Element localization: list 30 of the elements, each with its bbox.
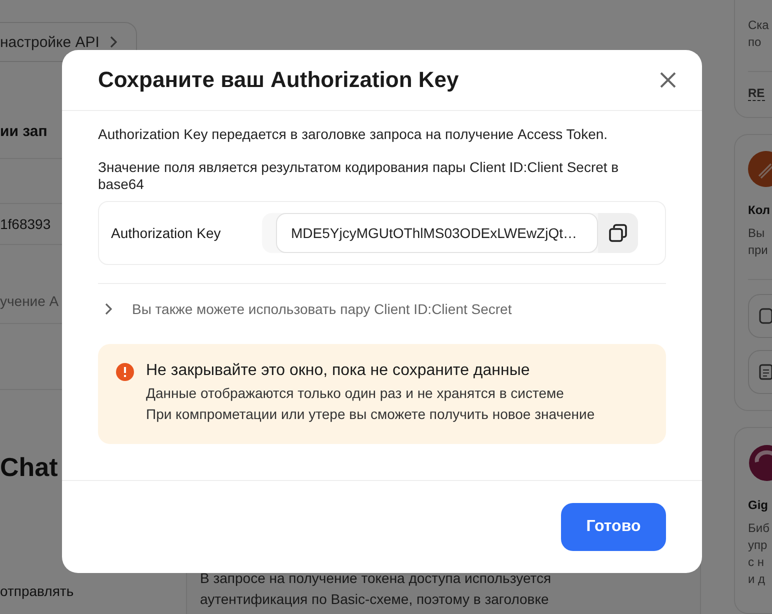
key-field[interactable]: MDE5YjcyMGUtOThlMS03ODExLWEwZjQt… [276,213,598,253]
card-text: Ска [748,17,769,34]
section-heading: Chat [0,452,59,483]
chevron-icon [109,36,118,48]
table-cell: 1f68393 [0,216,51,232]
card-text: по [748,34,762,52]
table-cell: учение A [0,293,59,309]
expander[interactable]: Вы также можете использовать пару Client ID:Client Secret [98,283,666,334]
card-link[interactable]: RE [748,86,765,102]
card-text: Биб упр с н и д [748,520,770,588]
card-title: Кол [748,203,770,218]
card-title: Gig [748,498,768,512]
warning-title: Не закрывайте это окно, пока не сохраните данные [146,362,531,380]
description-text: Значение поля является результатом кодирования пары Client ID:Client Secret в base64 [98,159,620,193]
section-heading: ии зап [0,123,48,140]
copy-button[interactable] [598,213,638,253]
warning-text: Данные отображаются только один раз и не хранятся в системе [146,385,565,401]
close-button[interactable] [658,70,678,90]
document-icon [759,364,772,380]
done-button[interactable]: Готово [561,503,666,551]
close-icon [658,70,678,90]
body-text: отправлять [0,583,75,600]
field-label: Authorization Key [111,225,222,241]
warning-text: При компрометации или утере вы сможете получить новое значение [146,406,595,422]
chevron-icon [104,303,112,315]
dialog-title: Сохраните ваш Authorization Key [98,67,459,93]
card-text: Вы при [748,225,768,260]
expander-label: Вы также можете использовать пару Client ID:Client Secret [132,301,512,317]
description-text: Authorization Key передается в заголовке запроса на получение Access Token. [98,126,609,143]
warning-icon [116,363,134,381]
